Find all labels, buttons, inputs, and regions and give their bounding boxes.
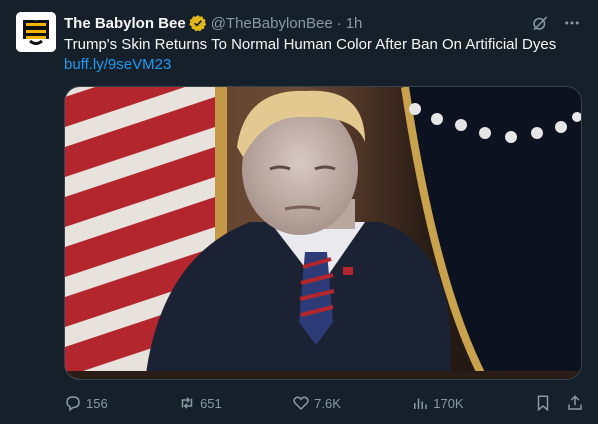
tweet-link[interactable]: buff.ly/9seVM23 bbox=[64, 55, 171, 75]
photo-trump-at-desk bbox=[65, 87, 581, 379]
babylon-bee-logo-icon bbox=[16, 12, 56, 52]
views-icon bbox=[414, 398, 427, 409]
action-bar: 156 651 7.6K 170K bbox=[64, 392, 584, 414]
repost-button[interactable]: 651 bbox=[178, 394, 222, 412]
reply-count: 156 bbox=[86, 395, 108, 411]
separator: · bbox=[336, 14, 342, 32]
more-options-icon[interactable] bbox=[562, 13, 582, 33]
share-icon bbox=[568, 395, 582, 410]
tweet-header: The Babylon Bee @TheBabylonBee · 1h bbox=[64, 12, 582, 34]
like-button[interactable]: 7.6K bbox=[292, 394, 341, 412]
tweet: The Babylon Bee @TheBabylonBee · 1h Trum… bbox=[0, 0, 598, 424]
avatar[interactable] bbox=[16, 12, 56, 52]
secondary-actions bbox=[534, 394, 584, 412]
views-button[interactable]: 170K bbox=[411, 394, 464, 412]
share-button[interactable] bbox=[566, 394, 584, 412]
reply-icon bbox=[66, 396, 80, 412]
view-count: 170K bbox=[433, 395, 464, 411]
repost-count: 651 bbox=[200, 395, 222, 411]
grok-icon[interactable] bbox=[530, 13, 550, 33]
timestamp[interactable]: 1h bbox=[346, 15, 363, 32]
reply-button[interactable]: 156 bbox=[64, 394, 108, 412]
repost-icon bbox=[181, 397, 193, 409]
bookmark-icon bbox=[537, 395, 549, 412]
bookmark-button[interactable] bbox=[534, 394, 552, 412]
verified-badge-icon[interactable] bbox=[188, 14, 207, 32]
heart-icon bbox=[293, 396, 309, 411]
tweet-image[interactable] bbox=[64, 86, 582, 380]
handle[interactable]: @TheBabylonBee bbox=[211, 15, 333, 32]
like-count: 7.6K bbox=[314, 395, 341, 411]
tweet-text: Trump's Skin Returns To Normal Human Col… bbox=[64, 36, 557, 53]
header-actions bbox=[530, 12, 582, 34]
display-name[interactable]: The Babylon Bee bbox=[64, 15, 186, 32]
